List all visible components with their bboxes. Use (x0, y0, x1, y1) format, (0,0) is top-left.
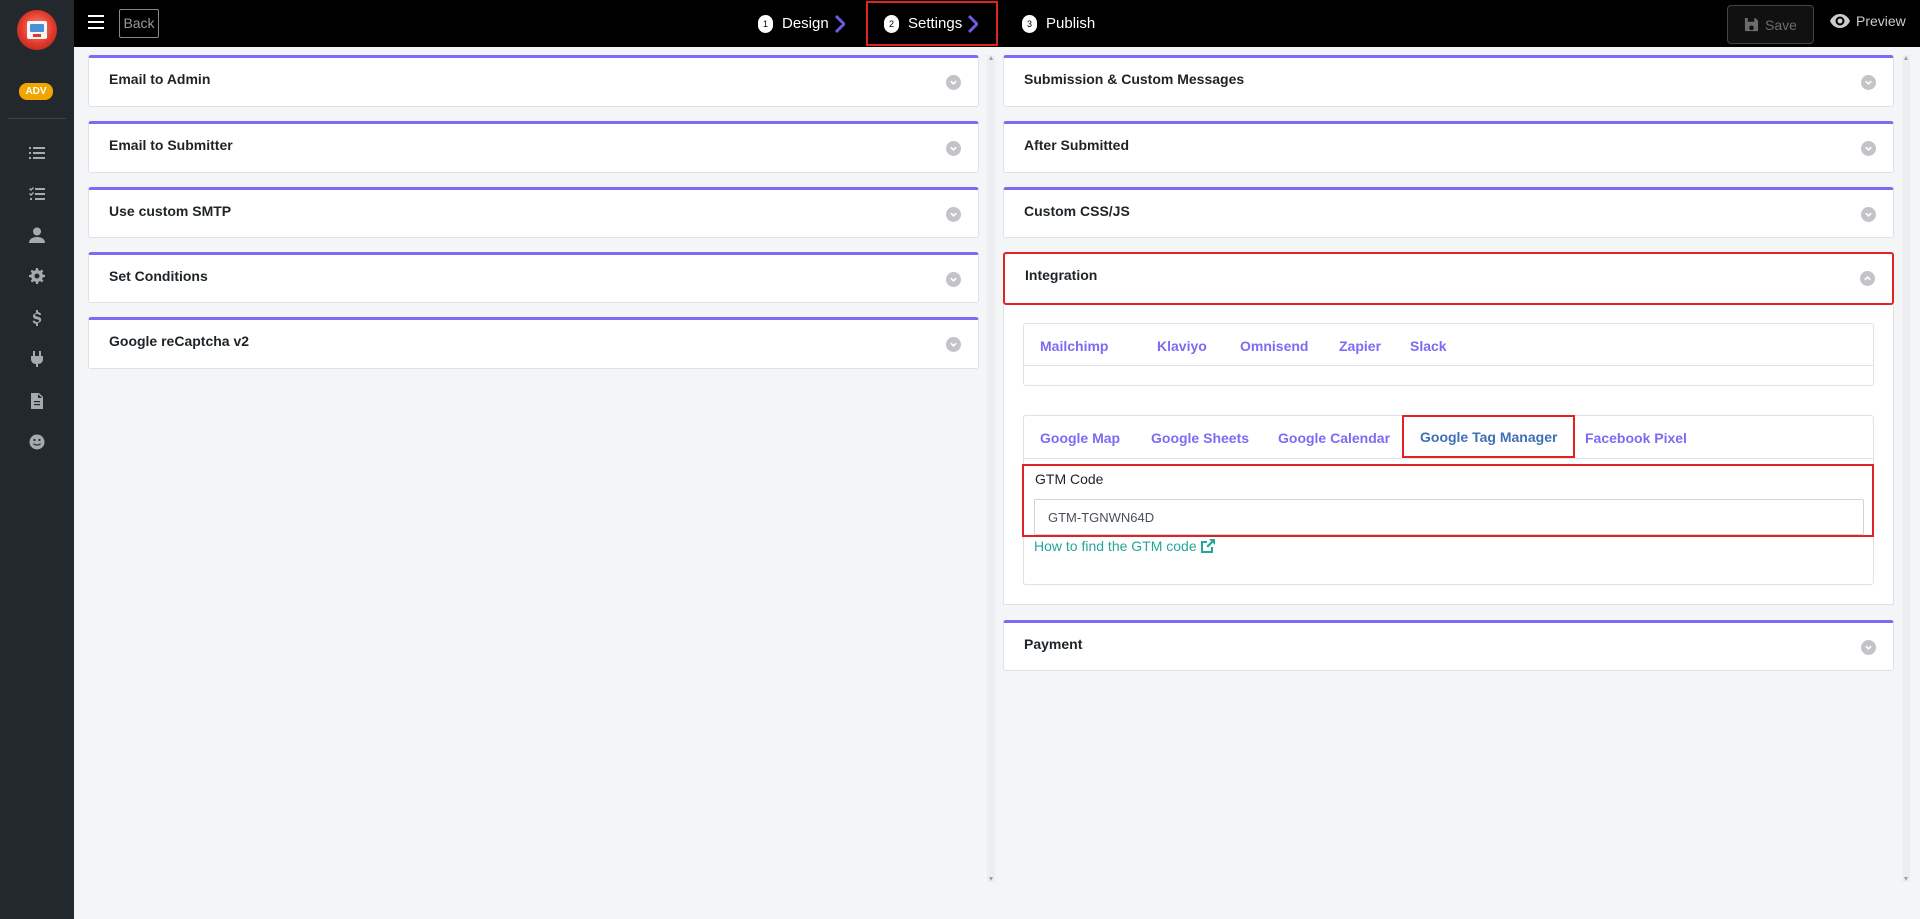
panel-title: Email to Submitter (109, 137, 233, 153)
panel-set-conditions[interactable]: Set Conditions (88, 252, 979, 303)
smiley-icon[interactable] (27, 432, 47, 452)
step-number: 1 (758, 14, 773, 33)
checklist-icon[interactable] (27, 184, 47, 204)
chevron-down-icon (1861, 207, 1876, 222)
tab-klaviyo[interactable]: Klaviyo (1143, 326, 1221, 366)
gtm-code-label: GTM Code (1035, 471, 1104, 487)
panel-title: Use custom SMTP (109, 203, 232, 219)
panel-integration[interactable]: Integration (1003, 252, 1894, 305)
panel-title: Payment (1024, 636, 1083, 652)
step-number: 2 (884, 14, 899, 33)
panel-submission-messages[interactable]: Submission & Custom Messages (1003, 55, 1894, 107)
gtm-help-link[interactable]: How to find the GTM code (1034, 538, 1215, 554)
tab-google-sheets[interactable]: Google Sheets (1137, 418, 1263, 458)
chevron-down-icon (946, 141, 961, 156)
panel-use-custom-smtp[interactable]: Use custom SMTP (88, 187, 979, 238)
panel-title: After Submitted (1024, 137, 1129, 153)
chevron-up-icon (1860, 271, 1875, 286)
tab-zapier[interactable]: Zapier (1325, 326, 1395, 366)
top-bar: Back 1 Design 2 Settings 3 Publish Save … (74, 0, 1920, 47)
step-design[interactable]: 1 Design (758, 0, 845, 47)
document-icon[interactable] (27, 391, 47, 411)
save-label: Save (1765, 16, 1797, 33)
floppy-disk-icon (1744, 17, 1759, 32)
chevron-down-icon (946, 75, 961, 90)
step-label: Publish (1046, 15, 1096, 32)
chevron-down-icon (946, 207, 961, 222)
tab-slack[interactable]: Slack (1396, 326, 1461, 366)
panel-email-to-submitter[interactable]: Email to Submitter (88, 121, 979, 173)
plug-icon[interactable] (27, 349, 47, 369)
save-button[interactable]: Save (1727, 5, 1814, 44)
chevron-right-icon (968, 14, 979, 33)
panel-custom-css-js[interactable]: Custom CSS/JS (1003, 187, 1894, 238)
panel-google-recaptcha[interactable]: Google reCaptcha v2 (88, 317, 979, 369)
gtm-code-section: GTM Code (1022, 464, 1874, 537)
panel-title: Integration (1025, 267, 1098, 283)
tab-google-tag-manager[interactable]: Google Tag Manager (1402, 415, 1576, 458)
tab-divider (1024, 365, 1873, 366)
plan-badge: ADV (19, 83, 53, 100)
right-scrollbar[interactable] (1902, 55, 1910, 882)
tab-google-map[interactable]: Google Map (1026, 418, 1134, 458)
tab-mailchimp[interactable]: Mailchimp (1026, 326, 1122, 366)
app-logo[interactable] (17, 10, 57, 50)
dollar-icon[interactable] (27, 308, 47, 328)
tab-divider (1024, 458, 1873, 459)
sidebar-divider (8, 118, 66, 119)
panel-title: Google reCaptcha v2 (109, 333, 250, 349)
list-icon[interactable] (27, 143, 47, 163)
sidebar: ADV (0, 0, 74, 919)
back-button[interactable]: Back (119, 9, 159, 38)
panel-after-submitted[interactable]: After Submitted (1003, 121, 1894, 173)
panel-payment[interactable]: Payment (1003, 620, 1894, 671)
gear-icon[interactable] (27, 266, 47, 286)
left-scrollbar[interactable] (987, 55, 995, 882)
preview-label: Preview (1856, 13, 1906, 29)
step-label: Design (782, 15, 829, 32)
chevron-down-icon (946, 272, 961, 287)
chevron-down-icon (1861, 75, 1876, 90)
external-link-icon (1200, 539, 1215, 553)
hamburger-menu-icon[interactable] (88, 15, 104, 31)
chevron-down-icon (1861, 640, 1876, 655)
panel-title: Email to Admin (109, 71, 211, 87)
panel-email-to-admin[interactable]: Email to Admin (88, 55, 979, 107)
gtm-code-input[interactable] (1034, 499, 1864, 535)
chevron-down-icon (946, 337, 961, 352)
tab-omnisend[interactable]: Omnisend (1226, 326, 1322, 366)
panel-title: Submission & Custom Messages (1024, 71, 1245, 87)
tab-facebook-pixel[interactable]: Facebook Pixel (1571, 418, 1701, 458)
step-settings[interactable]: 2 Settings (866, 1, 999, 46)
chevron-down-icon (1861, 141, 1876, 156)
step-label: Settings (908, 15, 963, 32)
preview-button[interactable]: Preview (1830, 13, 1906, 29)
step-publish[interactable]: 3 Publish (1022, 0, 1095, 47)
help-link-label: How to find the GTM code (1034, 538, 1197, 554)
chevron-right-icon (834, 14, 845, 33)
panel-title: Set Conditions (109, 268, 208, 284)
user-icon[interactable] (27, 225, 47, 245)
eye-icon (1830, 14, 1850, 28)
step-number: 3 (1022, 14, 1037, 33)
integration-tabs-marketing: Mailchimp Klaviyo Omnisend Zapier Slack (1023, 323, 1874, 386)
panel-title: Custom CSS/JS (1024, 203, 1130, 219)
tab-google-calendar[interactable]: Google Calendar (1264, 418, 1404, 458)
